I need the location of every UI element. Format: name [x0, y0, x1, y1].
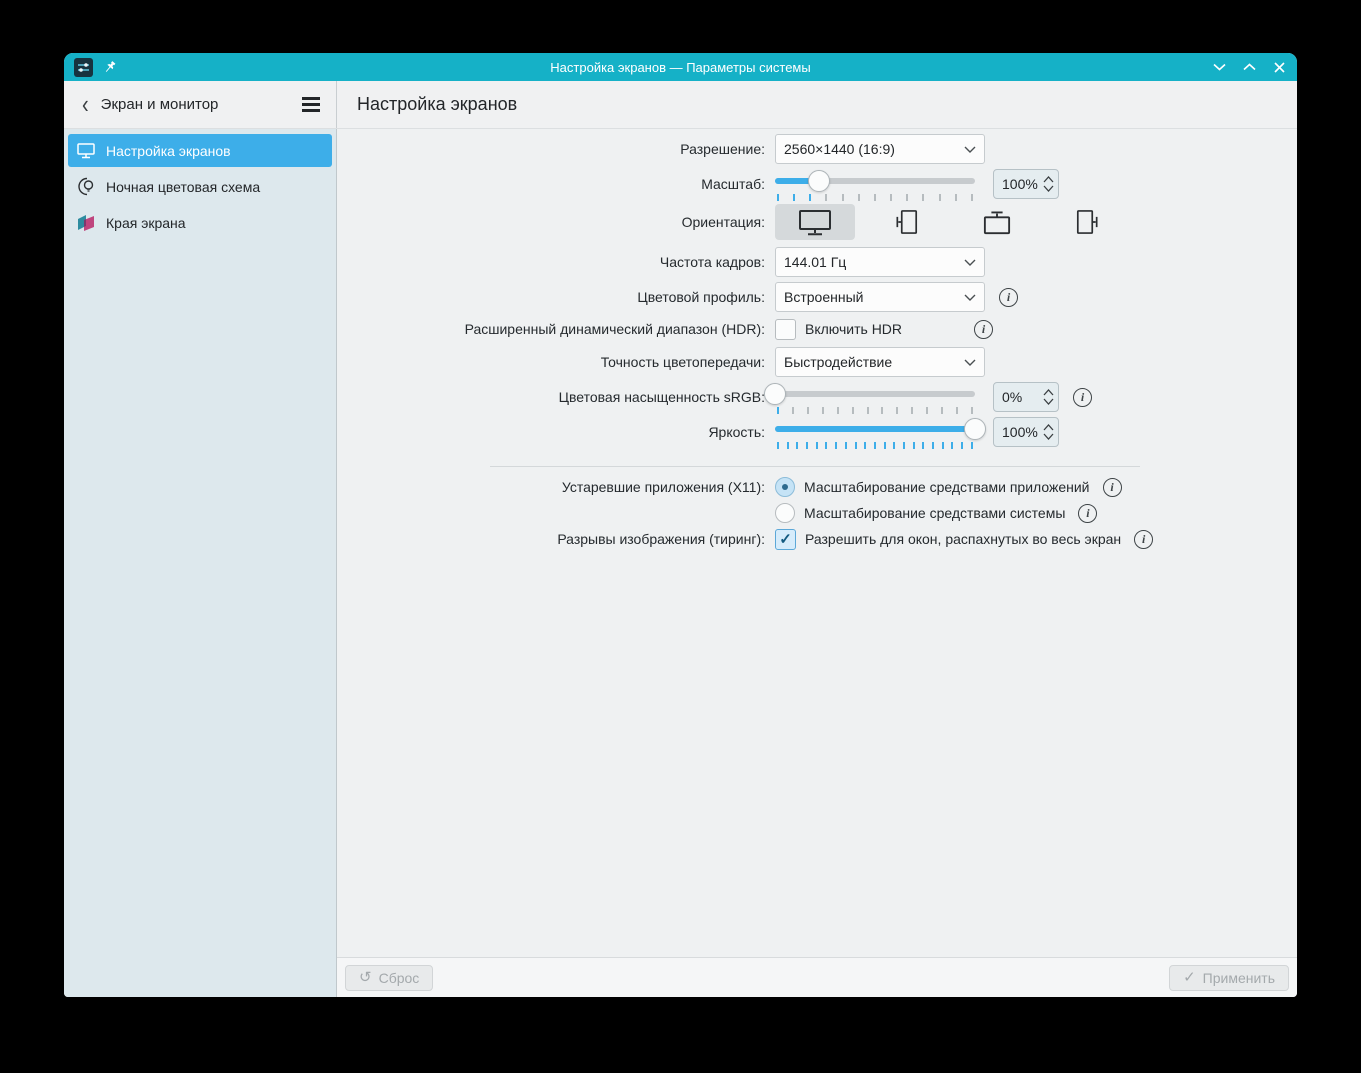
- color-profile-info-icon[interactable]: i: [999, 287, 1018, 307]
- srgb-saturation-info-icon[interactable]: i: [1073, 387, 1092, 407]
- color-profile-label: Цветовой профиль:: [637, 289, 765, 305]
- orientation-portrait-right-button[interactable]: [1048, 204, 1128, 240]
- tearing-checkbox-label: Разрешить для окон, распахнутых во весь …: [805, 531, 1122, 547]
- window-title: Настройка экранов — Параметры системы: [550, 59, 811, 75]
- refresh-rate-dropdown[interactable]: 144.01 Гц: [775, 247, 985, 277]
- x11-system-scaling-info-icon[interactable]: i: [1078, 503, 1098, 523]
- monitor-landscape-icon: [795, 207, 835, 237]
- sidebar-item-label: Настройка экранов: [106, 142, 231, 159]
- hamburger-menu-icon[interactable]: [298, 93, 324, 116]
- system-settings-window: Настройка экранов — Параметры системы ‹ …: [64, 53, 1297, 997]
- x11-app-scaling-label: Масштабирование средствами приложений: [804, 479, 1090, 495]
- color-accuracy-label: Точность цветопередачи:: [600, 354, 765, 370]
- color-profile-dropdown[interactable]: Встроенный: [775, 282, 985, 312]
- pin-icon[interactable]: [103, 60, 117, 74]
- resolution-label: Разрешение:: [680, 141, 765, 157]
- resolution-dropdown[interactable]: 2560×1440 (16:9): [775, 134, 985, 164]
- hdr-checkbox[interactable]: [775, 318, 796, 340]
- chevron-down-icon: [964, 146, 976, 153]
- spinbox-arrows-icon[interactable]: [1043, 176, 1054, 192]
- header: ‹ Экран и монитор Настройка экранов: [64, 81, 1297, 129]
- srgb-saturation-spinbox[interactable]: 0%: [993, 382, 1059, 412]
- scale-spinbox[interactable]: 100%: [993, 169, 1059, 199]
- tearing-checkbox[interactable]: ✓: [775, 528, 796, 550]
- orientation-landscape-flipped-button[interactable]: [957, 204, 1037, 240]
- section-divider: [490, 466, 1140, 467]
- hdr-info-icon[interactable]: i: [974, 319, 994, 339]
- sidebar-item-display-configuration[interactable]: Настройка экранов: [68, 134, 332, 167]
- x11-system-scaling-label: Масштабирование средствами системы: [804, 505, 1066, 521]
- monitor-icon: [76, 141, 96, 161]
- footer-bar: ↺ Сброс ✓ Применить: [337, 957, 1297, 997]
- systemsettings-app-icon: [74, 57, 93, 77]
- slider-handle[interactable]: [964, 418, 986, 440]
- chevron-down-icon: [964, 359, 976, 366]
- minimize-button[interactable]: [1211, 59, 1227, 75]
- monitor-portrait-left-icon: [891, 205, 921, 239]
- srgb-saturation-slider[interactable]: [764, 382, 975, 414]
- x11-legacy-label: Устаревшие приложения (X11):: [561, 479, 765, 495]
- scale-label: Масштаб:: [701, 176, 765, 192]
- x11-system-scaling-radio[interactable]: [775, 503, 795, 523]
- sidebar: Настройка экранов Ночная цветовая схема: [64, 129, 337, 997]
- reset-button[interactable]: ↺ Сброс: [345, 964, 434, 991]
- monitor-portrait-right-icon: [1073, 205, 1103, 239]
- orientation-portrait-left-button[interactable]: [866, 204, 946, 240]
- apply-button[interactable]: ✓ Применить: [1169, 964, 1289, 991]
- tearing-info-icon[interactable]: i: [1134, 529, 1154, 549]
- sidebar-item-screen-edges[interactable]: Края экрана: [68, 206, 332, 239]
- slider-handle[interactable]: [808, 170, 830, 192]
- x11-app-scaling-info-icon[interactable]: i: [1102, 477, 1122, 497]
- chevron-down-icon: [964, 294, 976, 301]
- sidebar-item-night-color[interactable]: Ночная цветовая схема: [68, 170, 332, 203]
- orientation-landscape-button[interactable]: [775, 204, 855, 240]
- slider-handle[interactable]: [764, 383, 786, 405]
- night-color-icon: [76, 177, 96, 197]
- screen-edges-icon: [76, 213, 96, 233]
- srgb-saturation-label: Цветовая насыщенность sRGB:: [558, 389, 765, 405]
- spinbox-arrows-icon[interactable]: [1043, 424, 1054, 440]
- titlebar: Настройка экранов — Параметры системы: [64, 53, 1297, 81]
- sidebar-item-label: Ночная цветовая схема: [106, 178, 261, 195]
- brightness-slider[interactable]: [775, 417, 986, 449]
- back-button[interactable]: ‹ Экран и монитор: [82, 90, 219, 119]
- scale-slider[interactable]: [775, 169, 975, 201]
- hdr-checkbox-label: Включить HDR: [805, 321, 903, 337]
- page-title: Настройка экранов: [357, 94, 518, 114]
- monitor-landscape-flipped-icon: [977, 208, 1017, 236]
- sidebar-item-label: Края экрана: [106, 214, 186, 231]
- maximize-button[interactable]: [1241, 59, 1257, 75]
- spinbox-arrows-icon[interactable]: [1043, 389, 1054, 405]
- checkmark-icon: ✓: [1183, 969, 1196, 986]
- brightness-spinbox[interactable]: 100%: [993, 417, 1059, 447]
- refresh-rate-label: Частота кадров:: [659, 254, 765, 270]
- back-chevron-icon: ‹: [82, 90, 89, 119]
- orientation-label: Ориентация:: [681, 214, 765, 230]
- x11-app-scaling-radio[interactable]: [775, 477, 795, 497]
- back-label: Экран и монитор: [100, 96, 219, 113]
- tearing-label: Разрывы изображения (тиринг):: [557, 531, 765, 547]
- undo-icon: ↺: [359, 969, 372, 986]
- content-area: Разрешение: 2560×1440 (16:9) Масштаб: 10…: [337, 129, 1297, 957]
- brightness-label: Яркость:: [708, 424, 765, 440]
- chevron-down-icon: [964, 259, 976, 266]
- close-button[interactable]: [1271, 59, 1287, 75]
- hdr-label: Расширенный динамический диапазон (HDR):: [464, 321, 765, 337]
- color-accuracy-dropdown[interactable]: Быстродействие: [775, 347, 985, 377]
